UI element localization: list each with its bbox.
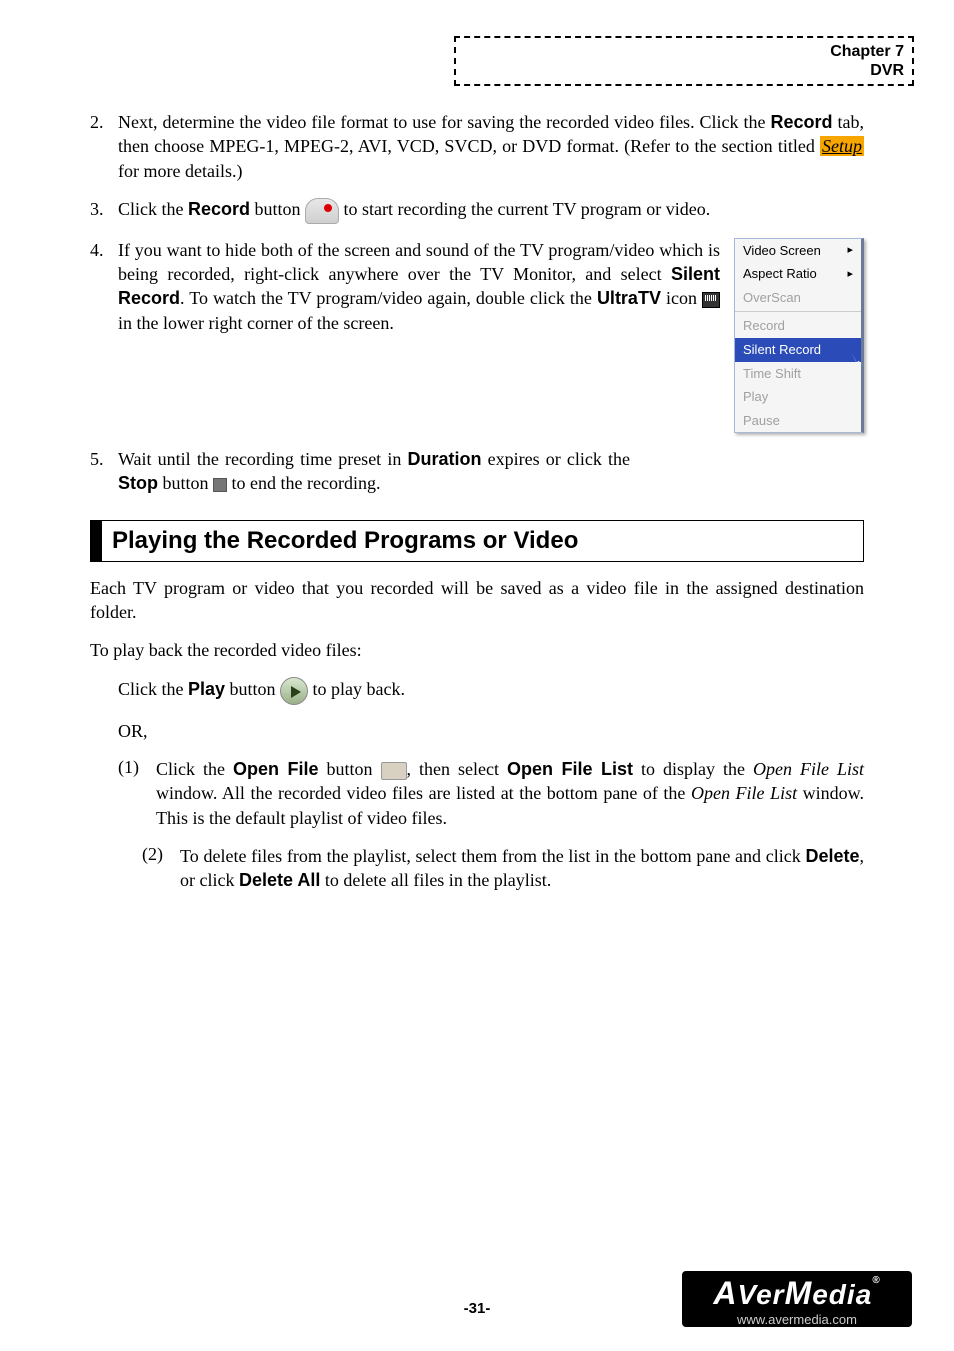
- substep-body: To delete files from the playlist, selec…: [180, 844, 864, 893]
- substep-1: (1) Click the Open File button , then se…: [118, 757, 864, 830]
- step-num: 2.: [90, 110, 118, 183]
- section-para1: Each TV program or video that you record…: [90, 576, 864, 625]
- step-body: Next, determine the video file format to…: [118, 110, 864, 183]
- or-text: OR,: [118, 719, 864, 743]
- menu-silent-record[interactable]: Silent Record: [735, 338, 861, 362]
- main-content: 2. Next, determine the video file format…: [90, 110, 864, 892]
- brand-logo: AVerMedia® www.avermedia.com: [682, 1271, 912, 1327]
- delete-label: Delete: [805, 846, 859, 866]
- step-4: 4. If you want to hide both of the scree…: [90, 238, 864, 433]
- brand-text: AVerMedia®: [688, 1275, 906, 1312]
- step-body: If you want to hide both of the screen a…: [118, 238, 864, 433]
- substep-2: (2) To delete files from the playlist, s…: [142, 844, 864, 893]
- play-button-icon: [280, 677, 308, 705]
- open-file-list-label: Open File List: [507, 759, 633, 779]
- record-button-label: Record: [188, 199, 250, 219]
- menu-time-shift: Time Shift: [735, 362, 861, 386]
- substep-body: Click the Open File button , then select…: [156, 757, 864, 830]
- duration-label: Duration: [407, 449, 481, 469]
- play-label: Play: [188, 679, 225, 699]
- menu-aspect-ratio[interactable]: Aspect Ratio: [735, 262, 861, 286]
- ultratv-label: UltraTV: [597, 288, 661, 308]
- chapter-line2: DVR: [470, 61, 904, 80]
- menu-video-screen[interactable]: Video Screen: [735, 239, 861, 263]
- step-3: 3. Click the Record button to start reco…: [90, 197, 864, 224]
- page-number: -31-: [464, 1300, 491, 1317]
- menu-record: Record: [735, 314, 861, 338]
- substep-num: (2): [142, 844, 180, 893]
- chapter-header-box: Chapter 7 DVR: [454, 36, 914, 86]
- open-file-icon: [381, 762, 407, 780]
- delete-all-label: Delete All: [239, 870, 320, 890]
- record-tab-label: Record: [771, 112, 833, 132]
- ultratv-tray-icon: [702, 292, 720, 308]
- play-instruction: Click the Play button to play back.: [118, 677, 864, 705]
- menu-separator: [735, 311, 861, 312]
- step-4-text: If you want to hide both of the screen a…: [118, 238, 720, 433]
- step-5: 5. Wait until the recording time preset …: [90, 447, 630, 496]
- setup-link: Setup: [820, 136, 864, 156]
- menu-play: Play: [735, 385, 861, 409]
- menu-overscan: OverScan: [735, 286, 861, 310]
- step-body: Wait until the recording time preset in …: [118, 447, 630, 496]
- step-num: 3.: [90, 197, 118, 224]
- open-file-label: Open File: [233, 759, 319, 779]
- stop-button-icon: [213, 478, 227, 492]
- substep-num: (1): [118, 757, 156, 830]
- step-num: 5.: [90, 447, 118, 496]
- step-body: Click the Record button to start recordi…: [118, 197, 864, 224]
- chapter-line1: Chapter 7: [470, 42, 904, 61]
- record-button-icon: [305, 198, 339, 224]
- sub-steps: (1) Click the Open File button , then se…: [118, 757, 864, 892]
- section-para2: To play back the recorded video files:: [90, 638, 864, 662]
- stop-label: Stop: [118, 473, 158, 493]
- menu-pause: Pause: [735, 409, 861, 433]
- step-2: 2. Next, determine the video file format…: [90, 110, 864, 183]
- step-num: 4.: [90, 238, 118, 433]
- section-heading: Playing the Recorded Programs or Video: [90, 520, 864, 562]
- brand-url: www.avermedia.com: [688, 1312, 906, 1327]
- context-menu[interactable]: Video Screen Aspect Ratio OverScan Recor…: [734, 238, 864, 433]
